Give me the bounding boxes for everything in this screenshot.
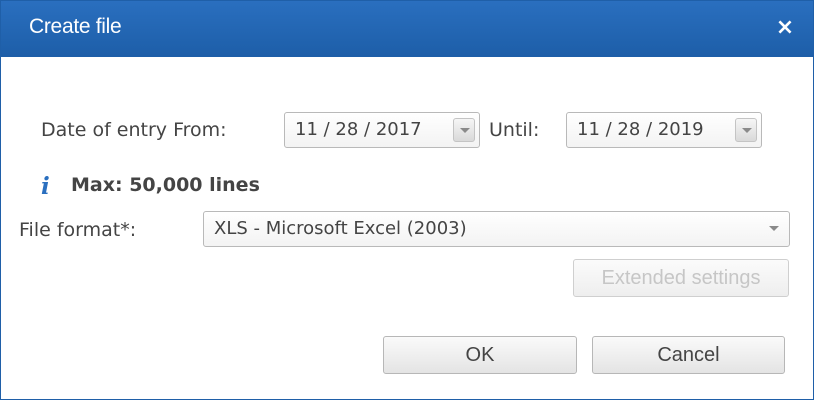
extended-settings-button[interactable]: Extended settings [573, 259, 789, 297]
create-file-dialog: Create file × Date of entry From: 11 / 2… [0, 0, 814, 400]
chevron-down-icon[interactable] [735, 118, 757, 142]
close-icon[interactable]: × [771, 13, 799, 43]
date-of-entry-from-label: Date of entry From: [41, 119, 227, 141]
cancel-button[interactable]: Cancel [592, 336, 785, 374]
info-icon: i [41, 173, 50, 200]
dialog-title: Create file [29, 15, 122, 38]
file-format-label: File format*: [19, 219, 137, 241]
max-lines-notice: Max: 50,000 lines [71, 174, 260, 196]
date-from-value: 11 / 28 / 2017 [295, 119, 422, 140]
dialog-titlebar: Create file × [1, 1, 813, 57]
file-format-select[interactable]: XLS - Microsoft Excel (2003) [203, 211, 790, 247]
file-format-value: XLS - Microsoft Excel (2003) [214, 218, 467, 239]
ok-button[interactable]: OK [383, 336, 577, 374]
date-from-field[interactable]: 11 / 28 / 2017 [284, 112, 480, 148]
date-until-field[interactable]: 11 / 28 / 2019 [566, 112, 762, 148]
chevron-down-icon[interactable] [763, 217, 785, 241]
until-label: Until: [489, 119, 540, 141]
date-until-value: 11 / 28 / 2019 [577, 119, 704, 140]
chevron-down-icon[interactable] [453, 118, 475, 142]
